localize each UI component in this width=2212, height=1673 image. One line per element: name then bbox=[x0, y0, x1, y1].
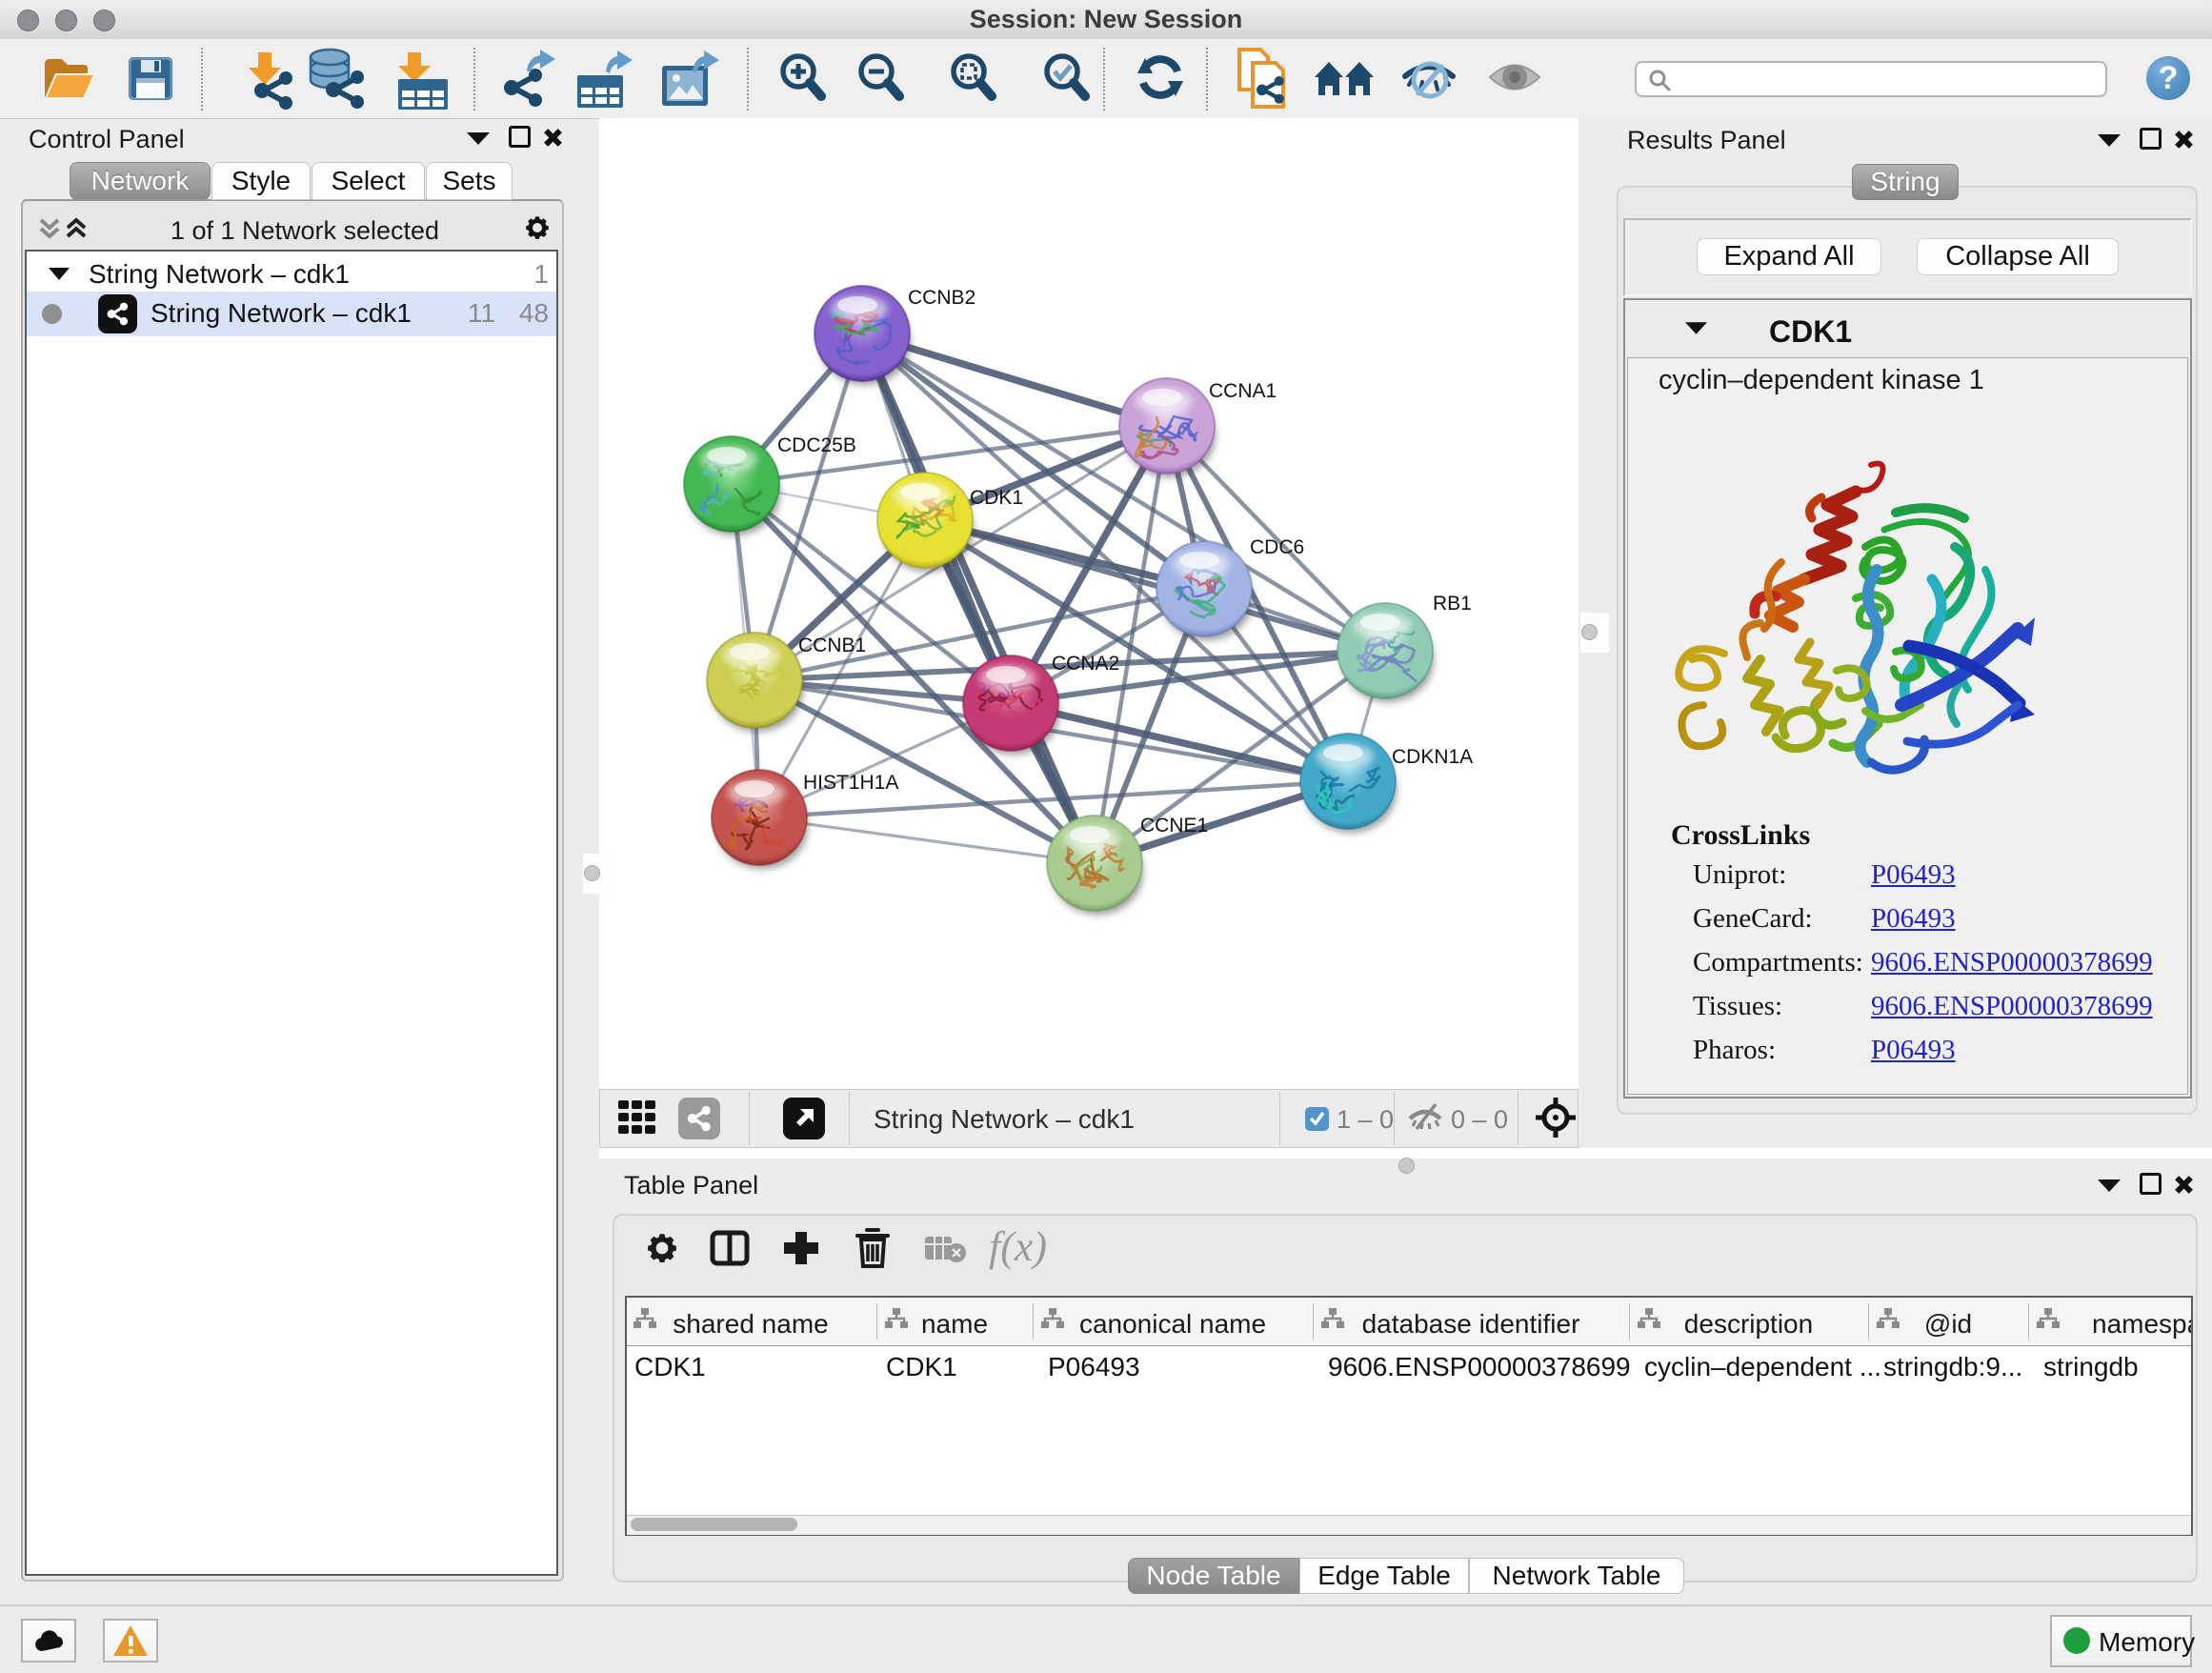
svg-text:CCNE1: CCNE1 bbox=[1140, 815, 1208, 836]
svg-text:RB1: RB1 bbox=[1433, 593, 1472, 615]
svg-text:CDC6: CDC6 bbox=[1250, 536, 1304, 558]
svg-text:CDK1: CDK1 bbox=[970, 487, 1023, 509]
svg-text:CCNA1: CCNA1 bbox=[1209, 380, 1277, 402]
svg-text:HIST1H1A: HIST1H1A bbox=[803, 772, 898, 794]
svg-text:CCNB2: CCNB2 bbox=[908, 287, 975, 309]
svg-text:CCNA2: CCNA2 bbox=[1052, 653, 1119, 675]
svg-text:CDKN1A: CDKN1A bbox=[1392, 746, 1473, 768]
svg-text:CCNB1: CCNB1 bbox=[798, 635, 866, 656]
svg-text:CDC25B: CDC25B bbox=[777, 434, 856, 456]
